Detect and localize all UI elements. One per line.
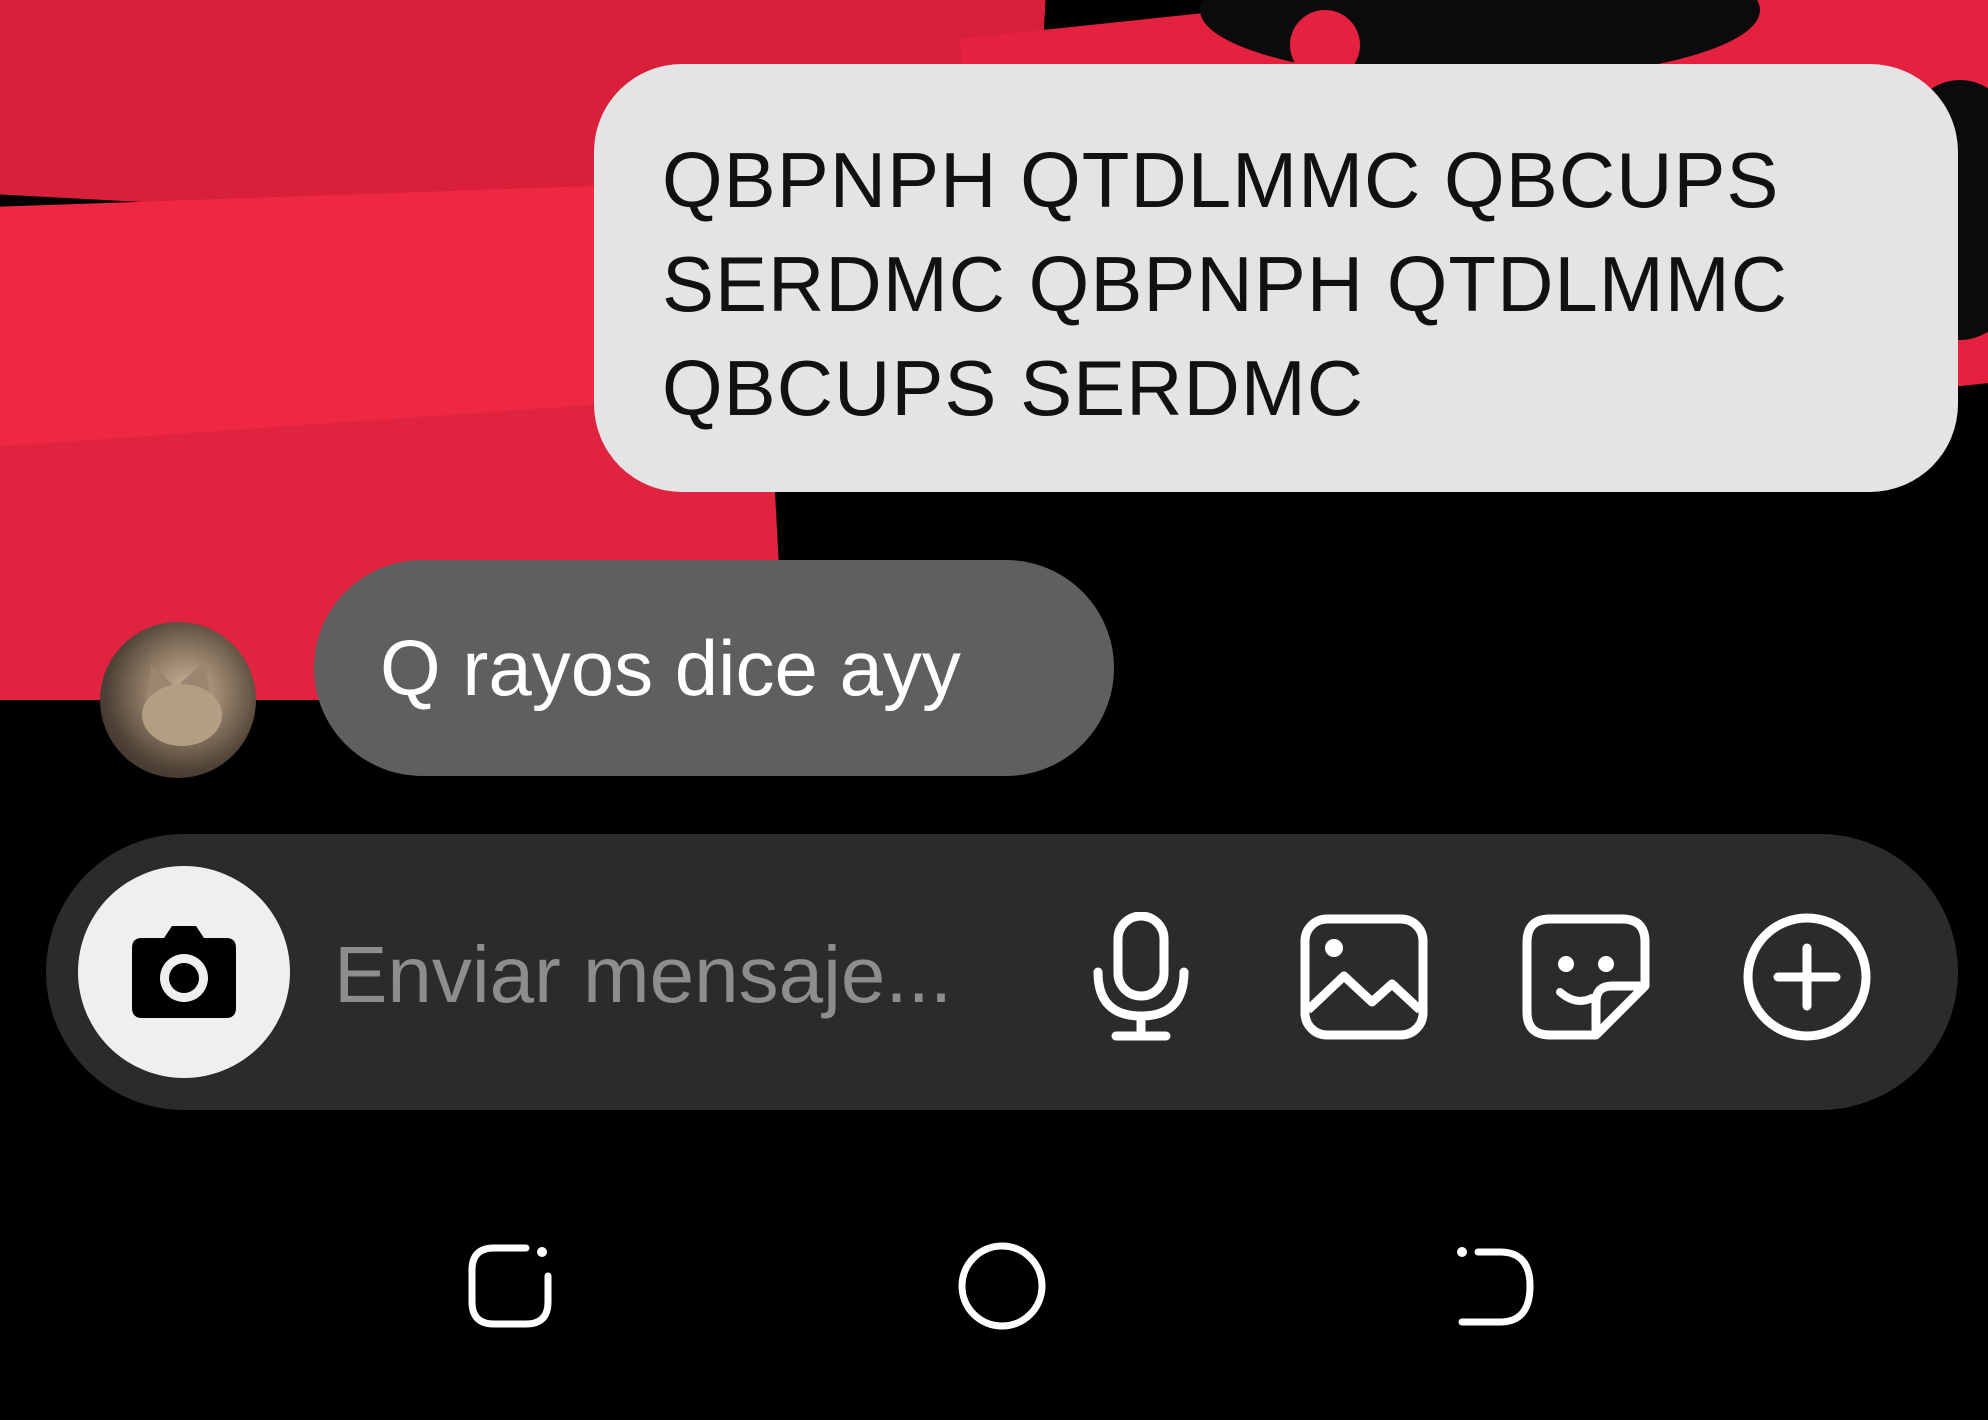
camera-button[interactable]: [78, 866, 290, 1078]
camera-icon: [132, 926, 236, 1018]
incoming-message-bubble[interactable]: Q rayos dice ayy: [314, 560, 1114, 776]
sticker-icon[interactable]: [1522, 914, 1650, 1040]
plus-icon[interactable]: [1742, 912, 1872, 1042]
message-line: SERDMC QBPNPH QTDLMMC: [662, 240, 1789, 328]
microphone-icon[interactable]: [1086, 912, 1196, 1042]
message-text: Q rayos dice ayy: [380, 624, 961, 712]
message-line: QBPNPH QTDLMMC QBCUPS: [662, 136, 1780, 224]
home-icon[interactable]: [956, 1240, 1048, 1332]
back-icon[interactable]: [1448, 1240, 1540, 1332]
gallery-icon[interactable]: [1300, 914, 1428, 1040]
message-line: QBCUPS SERDMC: [662, 344, 1365, 432]
outgoing-message-bubble[interactable]: QBPNPH QTDLMMC QBCUPS SERDMC QBPNPH QTDL…: [594, 64, 1958, 492]
message-input[interactable]: Enviar mensaje...: [334, 920, 1054, 1030]
recent-apps-icon[interactable]: [464, 1240, 556, 1332]
sender-avatar[interactable]: [100, 622, 256, 778]
